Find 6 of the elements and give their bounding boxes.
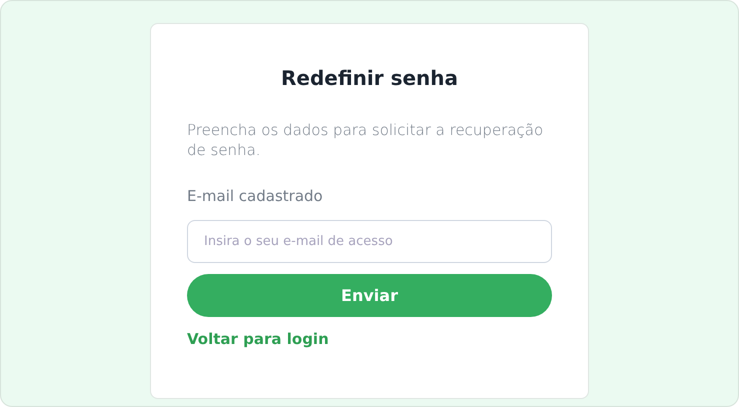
email-input-field[interactable]: Insira o seu e-mail de acesso (187, 220, 552, 263)
back-to-login-link[interactable]: Voltar para login (187, 329, 329, 349)
card-title: Redefinir senha (280, 65, 458, 92)
submit-button[interactable]: Enviar (187, 274, 552, 317)
field-label: E-mail cadastrado (187, 186, 323, 206)
card-description: Preencha os dados para solicitar a recuperação de senha. (187, 120, 544, 160)
